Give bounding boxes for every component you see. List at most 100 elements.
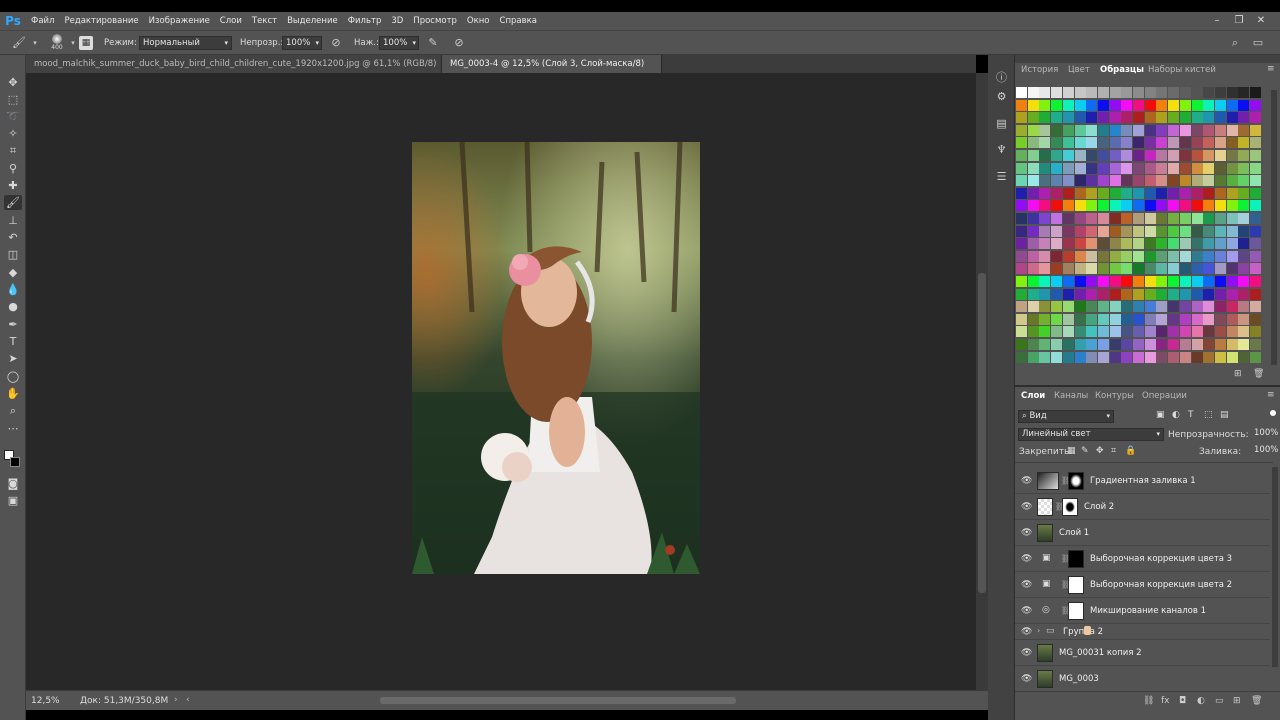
color-swatch[interactable] xyxy=(1016,162,1027,174)
color-swatch[interactable] xyxy=(1214,276,1226,287)
color-swatch[interactable] xyxy=(1179,351,1191,363)
color-swatch[interactable] xyxy=(1144,326,1156,338)
color-swatch[interactable] xyxy=(1191,87,1203,98)
color-swatch[interactable] xyxy=(1168,175,1180,187)
color-swatch[interactable] xyxy=(1226,137,1238,149)
color-swatch[interactable] xyxy=(1133,301,1144,313)
color-swatch[interactable] xyxy=(1062,112,1074,124)
paint-bucket-tool-icon[interactable]: ◆ xyxy=(4,265,22,280)
color-swatch[interactable] xyxy=(1027,124,1039,136)
color-swatch[interactable] xyxy=(1027,200,1039,212)
color-swatch[interactable] xyxy=(1074,288,1086,300)
color-swatch[interactable] xyxy=(1156,187,1168,199)
color-swatch[interactable] xyxy=(1238,162,1250,174)
color-swatch[interactable] xyxy=(1214,162,1226,174)
ellipse-tool-icon[interactable]: ◯ xyxy=(4,369,22,384)
color-swatch[interactable] xyxy=(1238,112,1250,124)
color-swatch[interactable] xyxy=(1179,213,1191,224)
color-swatch[interactable] xyxy=(1062,301,1074,313)
color-swatch[interactable] xyxy=(1016,339,1027,350)
color-swatch[interactable] xyxy=(1062,339,1074,350)
color-swatch[interactable] xyxy=(1051,200,1063,212)
color-swatch[interactable] xyxy=(1062,276,1074,287)
color-swatch[interactable] xyxy=(1051,326,1063,338)
color-swatch[interactable] xyxy=(1062,250,1074,262)
color-swatch[interactable] xyxy=(1168,87,1180,98)
color-swatch[interactable] xyxy=(1203,276,1215,287)
color-swatch[interactable] xyxy=(1109,124,1121,136)
eyedropper-tool-icon[interactable]: ⚲ xyxy=(4,161,22,176)
color-swatch[interactable] xyxy=(1109,339,1121,350)
color-swatch[interactable] xyxy=(1191,150,1203,161)
color-swatch[interactable] xyxy=(1027,87,1039,98)
color-swatch[interactable] xyxy=(1109,276,1121,287)
color-swatch[interactable] xyxy=(1156,213,1168,224)
color-swatch[interactable] xyxy=(1097,250,1109,262)
color-swatch[interactable] xyxy=(1016,301,1027,313)
color-swatch[interactable] xyxy=(1191,175,1203,187)
color-swatch[interactable] xyxy=(1144,137,1156,149)
color-swatch[interactable] xyxy=(1133,200,1144,212)
color-swatch[interactable] xyxy=(1250,339,1261,350)
color-swatch[interactable] xyxy=(1086,276,1098,287)
color-swatch[interactable] xyxy=(1027,213,1039,224)
filter-type-icon[interactable]: T xyxy=(1188,410,1194,420)
color-swatch[interactable] xyxy=(1062,213,1074,224)
color-swatch[interactable] xyxy=(1179,162,1191,174)
color-swatch[interactable] xyxy=(1238,326,1250,338)
color-swatch[interactable] xyxy=(1097,225,1109,237)
trash-icon[interactable]: 🗑 xyxy=(1251,696,1262,706)
color-swatch[interactable] xyxy=(1109,326,1121,338)
color-swatch[interactable] xyxy=(1051,313,1063,325)
color-swatch[interactable] xyxy=(1109,162,1121,174)
properties-icon[interactable]: ☰ xyxy=(994,169,1009,184)
color-swatch[interactable] xyxy=(1097,112,1109,124)
color-swatch[interactable] xyxy=(1121,162,1133,174)
tab-brush-presets[interactable]: Наборы кистей xyxy=(1148,65,1216,75)
trash-icon[interactable]: 🗑 xyxy=(1253,369,1264,379)
color-swatch[interactable] xyxy=(1062,87,1074,98)
color-swatch[interactable] xyxy=(1039,87,1051,98)
color-swatch[interactable] xyxy=(1156,250,1168,262)
color-swatch[interactable] xyxy=(1086,351,1098,363)
color-swatch[interactable] xyxy=(1191,276,1203,287)
color-swatch[interactable] xyxy=(1109,175,1121,187)
color-swatch[interactable] xyxy=(1168,162,1180,174)
color-swatch[interactable] xyxy=(1121,225,1133,237)
filter-pixel-icon[interactable]: ▣ xyxy=(1156,410,1165,420)
color-swatch[interactable] xyxy=(1250,238,1261,250)
color-swatch[interactable] xyxy=(1016,137,1027,149)
color-swatch[interactable] xyxy=(1086,313,1098,325)
color-swatch[interactable] xyxy=(1086,288,1098,300)
color-swatch[interactable] xyxy=(1144,200,1156,212)
color-swatch[interactable] xyxy=(1039,238,1051,250)
color-swatch[interactable] xyxy=(1121,150,1133,161)
color-swatch[interactable] xyxy=(1133,187,1144,199)
color-swatch[interactable] xyxy=(1156,276,1168,287)
color-swatch[interactable] xyxy=(1086,162,1098,174)
color-swatch[interactable] xyxy=(1250,213,1261,224)
color-swatch[interactable] xyxy=(1074,187,1086,199)
filter-toggle[interactable] xyxy=(1270,410,1276,416)
color-swatch[interactable] xyxy=(1027,99,1039,111)
color-swatch[interactable] xyxy=(1179,187,1191,199)
color-swatch[interactable] xyxy=(1168,150,1180,161)
chevron-down-icon[interactable]: ▾ xyxy=(28,36,42,50)
libraries-icon[interactable]: ▤ xyxy=(994,116,1009,131)
color-swatch[interactable] xyxy=(1097,124,1109,136)
color-swatch[interactable] xyxy=(1156,87,1168,98)
flow-field[interactable]: 100% ▾ xyxy=(379,36,419,50)
menu-layers[interactable]: Слои xyxy=(215,16,247,26)
color-swatch[interactable] xyxy=(1097,187,1109,199)
mode-select[interactable]: Нормальный ▾ xyxy=(139,36,232,50)
color-swatch[interactable] xyxy=(1144,263,1156,275)
color-swatch[interactable] xyxy=(1191,250,1203,262)
color-swatch[interactable] xyxy=(1238,137,1250,149)
color-swatch[interactable] xyxy=(1121,112,1133,124)
color-swatch[interactable] xyxy=(1214,288,1226,300)
color-swatch[interactable] xyxy=(1203,263,1215,275)
color-swatch[interactable] xyxy=(1086,175,1098,187)
zoom-level[interactable]: 12,5% xyxy=(31,696,60,706)
color-swatch[interactable] xyxy=(1027,150,1039,161)
color-swatch[interactable] xyxy=(1051,150,1063,161)
